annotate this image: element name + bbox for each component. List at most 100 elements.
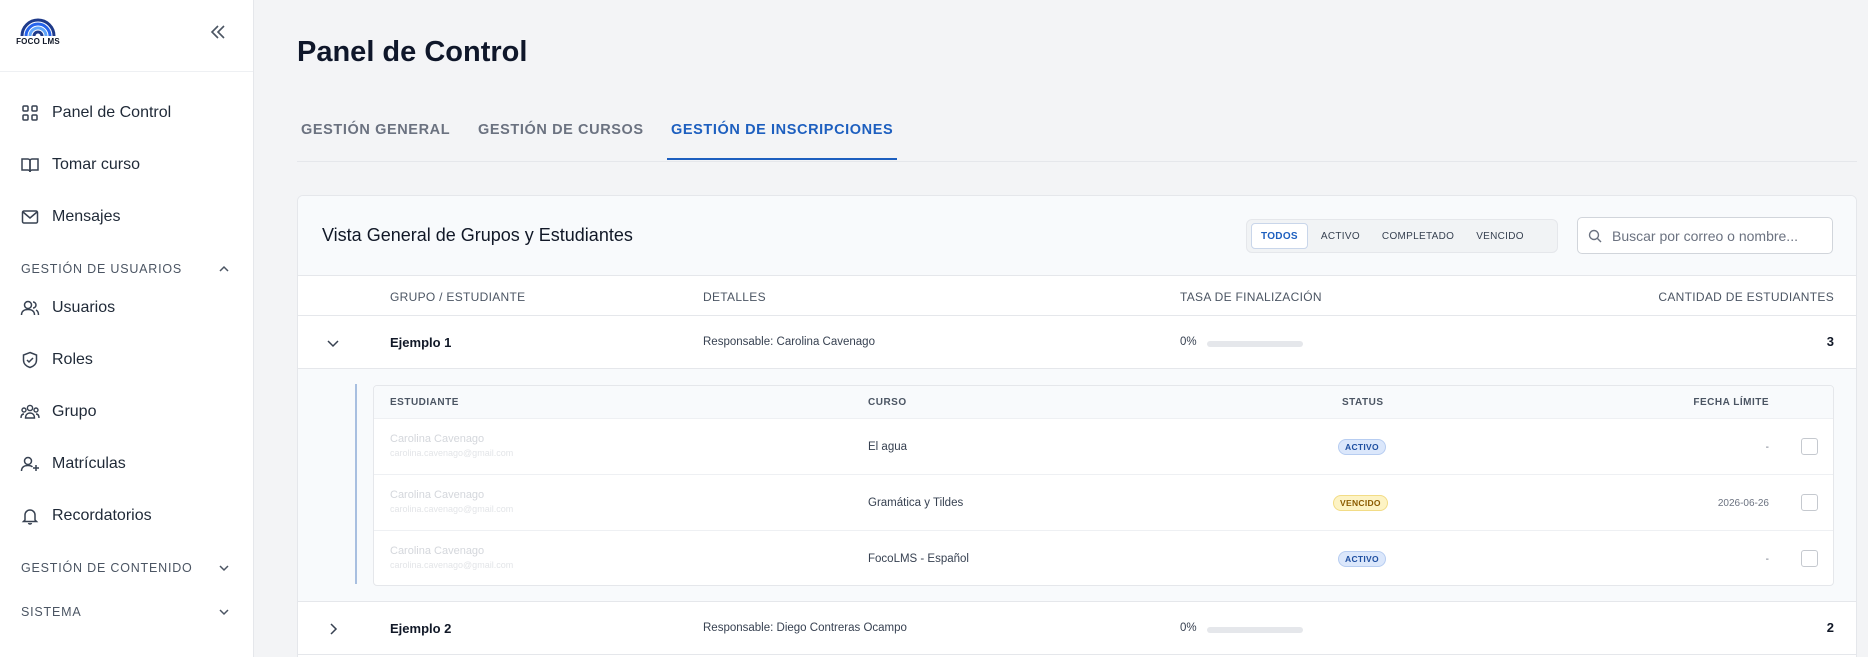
student-deadline: 2026-06-26	[1717, 498, 1769, 509]
sidebar-item-roles[interactable]: Roles	[20, 344, 93, 376]
students-table: ESTUDIANTE CURSO STATUS FECHA LÍMITE Car…	[373, 385, 1834, 586]
chevron-right-icon	[330, 623, 338, 635]
chevrons-left-icon	[210, 25, 225, 39]
sidebar-item-label: Grupo	[52, 403, 97, 420]
search-input[interactable]	[1612, 227, 1812, 244]
sidebar-item-panel-de-control[interactable]: Panel de Control	[20, 97, 171, 129]
group-name: Ejemplo 2	[390, 621, 452, 636]
group-responsable: Responsable: Carolina Cavenago	[703, 336, 875, 348]
filter-todos[interactable]: TODOS	[1251, 223, 1308, 249]
student-name: Carolina Cavenago	[390, 433, 485, 445]
section-sistema[interactable]: SISTEMA	[21, 601, 231, 623]
logo[interactable]: FOCO LMS	[14, 16, 62, 50]
bell-icon	[20, 506, 40, 526]
column-header-group: GRUPO / ESTUDIANTE	[390, 290, 526, 304]
student-course: El agua	[868, 441, 908, 453]
logo-area: FOCO LMS	[0, 0, 253, 72]
student-row[interactable]: Carolina Cavenago carolina.cavenago@gmai…	[374, 531, 1833, 585]
student-course: Gramática y Tildes	[868, 497, 964, 509]
sidebar-item-grupo[interactable]: Grupo	[20, 396, 96, 428]
row-checkbox[interactable]	[1801, 438, 1818, 455]
book-icon	[20, 155, 40, 175]
column-header-rate: TASA DE FINALIZACIÓN	[1180, 290, 1322, 304]
mail-icon	[20, 207, 40, 227]
group-row[interactable]: Ejemplo 1 Responsable: Carolina Cavenago…	[298, 316, 1856, 369]
group-rate-label: 0%	[1180, 336, 1197, 348]
student-email: carolina.cavenago@gmail.com	[390, 560, 514, 570]
users-icon	[20, 298, 40, 318]
student-email: carolina.cavenago@gmail.com	[390, 448, 514, 458]
chevron-down-icon	[219, 565, 229, 572]
groups-card: Vista General de Grupos y Estudiantes TO…	[297, 195, 1857, 657]
group-responsable: Responsable: Diego Contreras Ocampo	[703, 622, 907, 634]
students-table-header: ESTUDIANTE CURSO STATUS FECHA LÍMITE	[374, 386, 1833, 419]
card-header: Vista General de Grupos y Estudiantes TO…	[298, 196, 1856, 276]
student-email: carolina.cavenago@gmail.com	[390, 504, 514, 514]
sidebar-item-mensajes[interactable]: Mensajes	[20, 201, 120, 233]
collapse-sidebar-button[interactable]	[206, 20, 230, 44]
student-row[interactable]: Carolina Cavenago carolina.cavenago@gmai…	[374, 419, 1833, 475]
sidebar-item-label: Recordatorios	[52, 507, 152, 524]
column-header-student: ESTUDIANTE	[390, 397, 459, 408]
sidebar-item-label: Usuarios	[52, 299, 116, 316]
sidebar-item-recordatorios[interactable]: Recordatorios	[20, 500, 152, 532]
status-badge: VENCIDO	[1333, 495, 1388, 511]
group-icon	[20, 402, 40, 422]
section-label: GESTIÓN DE USUARIOS	[21, 262, 183, 276]
filter-vencido[interactable]: VENCIDO	[1467, 223, 1533, 249]
user-plus-icon	[20, 454, 40, 474]
student-deadline: -	[1765, 442, 1769, 453]
sidebar: FOCO LMS Panel de Control Tomar curso Me…	[0, 0, 254, 657]
expand-group-button[interactable]	[322, 618, 344, 640]
expanded-indicator-line	[355, 384, 357, 584]
column-header-status: STATUS	[1342, 397, 1384, 408]
student-name: Carolina Cavenago	[390, 545, 485, 557]
page-title: Panel de Control	[297, 36, 528, 68]
group-count: 2	[1826, 620, 1834, 635]
status-badge: ACTIVO	[1338, 551, 1386, 567]
row-checkbox[interactable]	[1801, 550, 1818, 567]
group-name: Ejemplo 1	[390, 335, 452, 350]
sidebar-item-usuarios[interactable]: Usuarios	[20, 292, 115, 324]
student-row[interactable]: Carolina Cavenago carolina.cavenago@gmai…	[374, 475, 1833, 531]
group-expanded-panel: ESTUDIANTE CURSO STATUS FECHA LÍMITE Car…	[298, 369, 1856, 602]
sidebar-item-label: Mensajes	[52, 208, 121, 225]
rainbow-logo-icon	[20, 18, 56, 36]
search-box	[1577, 217, 1833, 254]
tab-gestion-inscripciones[interactable]: GESTIÓN DE INSCRIPCIONES	[667, 112, 898, 160]
table-header: GRUPO / ESTUDIANTE DETALLES TASA DE FINA…	[298, 276, 1856, 316]
sidebar-item-tomar-curso[interactable]: Tomar curso	[20, 149, 140, 181]
section-gestion-contenido[interactable]: GESTIÓN DE CONTENIDO	[21, 557, 231, 579]
section-label: SISTEMA	[21, 605, 82, 619]
logo-text: FOCO LMS	[16, 37, 60, 46]
group-count: 3	[1826, 334, 1834, 349]
status-badge: ACTIVO	[1338, 439, 1386, 455]
student-deadline: -	[1765, 554, 1769, 565]
sidebar-item-matriculas[interactable]: Matrículas	[20, 448, 126, 480]
filter-completado[interactable]: COMPLETADO	[1373, 223, 1463, 249]
student-name: Carolina Cavenago	[390, 489, 485, 501]
group-rate-label: 0%	[1180, 622, 1197, 634]
card-title: Vista General de Grupos y Estudiantes	[322, 225, 633, 245]
group-progress-bar	[1207, 627, 1303, 633]
sidebar-item-label: Matrículas	[52, 455, 126, 472]
tab-gestion-cursos[interactable]: GESTIÓN DE CURSOS	[478, 112, 644, 160]
shield-icon	[20, 350, 40, 370]
sidebar-item-label: Tomar curso	[52, 156, 141, 173]
group-progress-bar	[1207, 341, 1303, 347]
group-row[interactable]: Ejemplo 2 Responsable: Diego Contreras O…	[298, 602, 1856, 655]
column-header-course: CURSO	[868, 397, 907, 408]
chevron-up-icon	[219, 265, 229, 272]
sidebar-item-label: Panel de Control	[52, 104, 172, 121]
filter-activo[interactable]: ACTIVO	[1312, 223, 1369, 249]
section-gestion-usuarios[interactable]: GESTIÓN DE USUARIOS	[21, 258, 231, 280]
collapse-group-button[interactable]	[322, 332, 344, 354]
section-label: GESTIÓN DE CONTENIDO	[21, 561, 193, 575]
column-header-deadline: FECHA LÍMITE	[1693, 397, 1769, 408]
grid-icon	[20, 103, 40, 123]
main-content: Panel de Control GESTIÓN GENERAL GESTIÓN…	[254, 0, 1868, 657]
tab-gestion-general[interactable]: GESTIÓN GENERAL	[301, 112, 450, 160]
sidebar-item-label: Roles	[52, 351, 93, 368]
tab-bar: GESTIÓN GENERAL GESTIÓN DE CURSOS GESTIÓ…	[297, 112, 1857, 162]
row-checkbox[interactable]	[1801, 494, 1818, 511]
